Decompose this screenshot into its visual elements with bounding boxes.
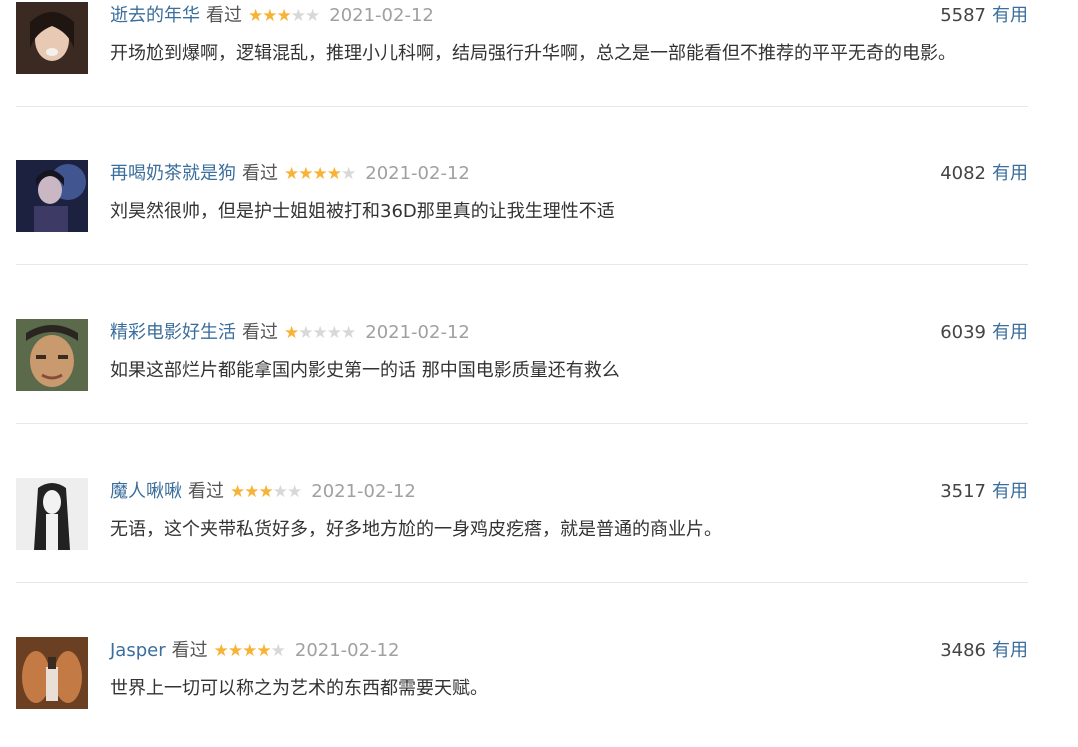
vote-count: 4082 [940, 163, 986, 184]
rating-stars: ★★★★★ [248, 2, 320, 30]
vote-section: 6039 有用 [940, 319, 1028, 347]
star-filled-icon: ★ [284, 323, 299, 343]
vote-section: 4082 有用 [940, 160, 1028, 188]
vote-count: 5587 [940, 5, 986, 26]
useful-button[interactable]: 有用 [992, 481, 1028, 502]
star-filled-icon: ★ [256, 641, 271, 661]
username-link[interactable]: 魔人啾啾 [110, 481, 182, 502]
watched-status: 看过 [242, 163, 278, 184]
review-header: 逝去的年华 看过 ★★★★★ 2021-02-12 [110, 2, 434, 30]
star-filled-icon: ★ [284, 164, 299, 184]
vote-section: 3486 有用 [940, 637, 1028, 665]
star-filled-icon: ★ [248, 6, 263, 26]
watched-status: 看过 [188, 481, 224, 502]
review-content: 刘昊然很帅，但是护士姐姐被打和36D那里真的让我生理性不适 [110, 201, 615, 222]
review-date: 2021-02-12 [311, 481, 416, 502]
divider [16, 264, 1028, 265]
vote-count: 3517 [940, 481, 986, 502]
avatar[interactable] [16, 319, 88, 391]
star-filled-icon: ★ [298, 164, 313, 184]
rating-stars: ★★★★★ [230, 478, 302, 506]
vote-count: 6039 [940, 322, 986, 343]
avatar[interactable] [16, 637, 88, 709]
star-filled-icon: ★ [262, 6, 277, 26]
star-empty-icon: ★ [298, 323, 313, 343]
rating-stars: ★★★★★ [284, 160, 356, 188]
star-filled-icon: ★ [258, 482, 274, 502]
star-empty-icon: ★ [341, 323, 356, 343]
star-empty-icon: ★ [287, 482, 302, 502]
review-header: 魔人啾啾 看过 ★★★★★ 2021-02-12 [110, 478, 416, 506]
review-header: Jasper 看过 ★★★★★ 2021-02-12 [110, 637, 399, 665]
divider [16, 106, 1028, 107]
review-date: 2021-02-12 [329, 5, 434, 26]
username-link[interactable]: Jasper [110, 640, 166, 661]
useful-button[interactable]: 有用 [992, 640, 1028, 661]
review-content: 无语，这个夹带私货好多，好多地方尬的一身鸡皮疙瘩，就是普通的商业片。 [110, 519, 722, 540]
review-item: Jasper 看过 ★★★★★ 2021-02-12 3486 有用 世界上一切可以称之… [16, 637, 1028, 747]
star-empty-icon: ★ [305, 6, 320, 26]
divider [16, 423, 1028, 424]
rating-stars: ★★★★★ [284, 319, 356, 347]
rating-stars: ★★★★★ [213, 637, 286, 665]
divider [16, 582, 1028, 583]
avatar[interactable] [16, 160, 88, 232]
review-content: 世界上一切可以称之为艺术的东西都需要天赋。 [110, 678, 488, 699]
review-item: 魔人啾啾 看过 ★★★★★ 2021-02-12 3517 有用 无语，这个夹带私货好多… [16, 478, 1028, 588]
watched-status: 看过 [206, 5, 242, 26]
watched-status: 看过 [242, 322, 278, 343]
star-filled-icon: ★ [227, 641, 243, 661]
review-date: 2021-02-12 [365, 163, 470, 184]
review-header: 再喝奶茶就是狗 看过 ★★★★★ 2021-02-12 [110, 160, 470, 188]
review-content: 开场尬到爆啊，逻辑混乱，推理小儿科啊，结局强行升华啊，总之是一部能看但不推荐的平… [110, 43, 956, 64]
vote-count: 3486 [940, 640, 986, 661]
username-link[interactable]: 逝去的年华 [110, 5, 200, 26]
vote-section: 3517 有用 [940, 478, 1028, 506]
review-header: 精彩电影好生活 看过 ★★★★★ 2021-02-12 [110, 319, 470, 347]
useful-button[interactable]: 有用 [992, 322, 1028, 343]
star-filled-icon: ★ [312, 164, 328, 184]
review-item: 逝去的年华 看过 ★★★★★ 2021-02-12 5587 有用 开场尬到爆啊，逻辑混… [16, 2, 1028, 112]
review-item: 精彩电影好生活 看过 ★★★★★ 2021-02-12 6039 有用 如果这部烂片都能… [16, 319, 1028, 429]
star-empty-icon: ★ [290, 6, 306, 26]
avatar[interactable] [16, 478, 88, 550]
review-date: 2021-02-12 [365, 322, 470, 343]
star-filled-icon: ★ [230, 482, 245, 502]
useful-button[interactable]: 有用 [992, 163, 1028, 184]
review-content: 如果这部烂片都能拿国内影史第一的话 那中国电影质量还有救么 [110, 360, 620, 381]
star-filled-icon: ★ [326, 164, 342, 184]
useful-button[interactable]: 有用 [992, 5, 1028, 26]
username-link[interactable]: 再喝奶茶就是狗 [110, 163, 236, 184]
review-date: 2021-02-12 [294, 640, 400, 661]
star-empty-icon: ★ [272, 482, 288, 502]
star-filled-icon: ★ [276, 6, 292, 26]
star-filled-icon: ★ [244, 482, 259, 502]
review-item: 再喝奶茶就是狗 看过 ★★★★★ 2021-02-12 4082 有用 刘昊然很帅，但是… [16, 160, 1028, 270]
star-filled-icon: ★ [213, 641, 229, 661]
vote-section: 5587 有用 [940, 2, 1028, 30]
star-empty-icon: ★ [326, 323, 342, 343]
star-empty-icon: ★ [312, 323, 328, 343]
star-filled-icon: ★ [242, 641, 257, 661]
username-link[interactable]: 精彩电影好生活 [110, 322, 236, 343]
star-empty-icon: ★ [341, 164, 356, 184]
star-empty-icon: ★ [270, 641, 286, 661]
watched-status: 看过 [171, 640, 208, 661]
avatar[interactable] [16, 2, 88, 74]
